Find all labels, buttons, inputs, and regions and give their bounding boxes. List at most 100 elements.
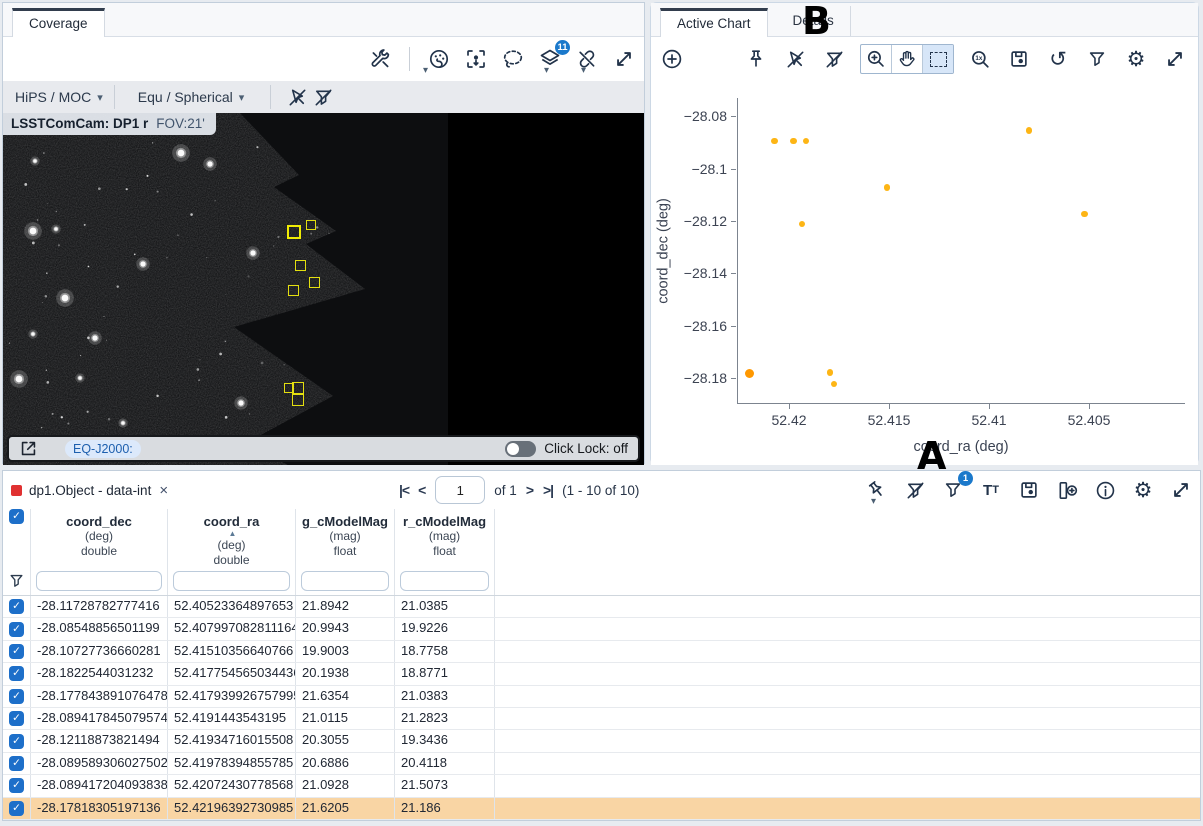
zoom-original-icon[interactable]: 1x: [967, 46, 993, 72]
table-cell[interactable]: 20.4118: [395, 752, 495, 775]
table-row[interactable]: ✓ -28.12118873821494 52.41934716015508 20.3…: [3, 730, 1200, 753]
table-cell[interactable]: 52.4191443543195: [168, 707, 296, 730]
clear-filters-image-icon[interactable]: [310, 84, 336, 110]
image-tools-icon[interactable]: [367, 46, 393, 72]
row-checkbox[interactable]: ✓: [9, 755, 24, 771]
recenter-icon[interactable]: [463, 46, 489, 72]
expand-chart-icon[interactable]: [1162, 46, 1188, 72]
tab-coverage[interactable]: Coverage: [12, 8, 105, 37]
table-cell[interactable]: 21.5073: [395, 775, 495, 797]
table-row[interactable]: ✓ -28.11728782777416 52.40523364897653 21.8…: [3, 596, 1200, 619]
table-filters-icon[interactable]: 1: [940, 471, 973, 503]
table-cell[interactable]: -28.177843891076478: [31, 685, 168, 707]
coord-readout-label[interactable]: EQ-J2000:: [65, 439, 141, 458]
prev-page-button[interactable]: <: [418, 482, 426, 498]
sky-object-marker[interactable]: [295, 260, 306, 271]
pin-table-icon[interactable]: ▾: [864, 477, 890, 507]
table-cell[interactable]: 20.3055: [296, 730, 395, 752]
data-point[interactable]: [883, 184, 891, 191]
save-table-icon[interactable]: [1016, 477, 1042, 503]
sky-object-marker[interactable]: [309, 277, 320, 288]
table-row[interactable]: ✓ -28.1822544031232 52.417754565034436 20.1…: [3, 663, 1200, 686]
clear-table-filters-icon[interactable]: [902, 477, 928, 503]
table-row[interactable]: ✓ -28.10727736660281 52.41510356640766 19.9…: [3, 640, 1200, 664]
row-checkbox[interactable]: ✓: [9, 711, 24, 727]
table-cell[interactable]: -28.17818305197136: [31, 797, 168, 819]
column-header-coord_dec[interactable]: coord_dec (deg) double: [31, 509, 168, 566]
table-row[interactable]: ✓ -28.17818305197136 52.42196392730985 21.6…: [3, 797, 1200, 820]
table-cell[interactable]: 19.9003: [296, 640, 395, 663]
data-point[interactable]: [827, 369, 834, 376]
box-select-mode-icon[interactable]: [923, 45, 953, 73]
table-row[interactable]: ✓ -28.089417845079574 52.4191443543195 21.0…: [3, 707, 1200, 731]
data-point[interactable]: [771, 137, 778, 144]
table-cell[interactable]: 52.417754565034436: [168, 663, 296, 685]
data-point[interactable]: [802, 137, 810, 144]
chart-settings-icon[interactable]: ⚙: [1123, 46, 1149, 72]
table-cell[interactable]: -28.11728782777416: [31, 596, 168, 618]
restore-zoom-icon[interactable]: ↺: [1045, 46, 1071, 72]
table-cell[interactable]: 52.42072430778568: [168, 775, 296, 797]
table-cell[interactable]: 52.42196392730985: [168, 797, 296, 819]
row-checkbox[interactable]: ✓: [9, 666, 24, 682]
table-cell[interactable]: 21.6205: [296, 797, 395, 819]
table-cell[interactable]: 52.41510356640766: [168, 640, 296, 663]
table-cell[interactable]: -28.12118873821494: [31, 730, 168, 752]
sky-object-marker[interactable]: [292, 394, 304, 406]
add-column-icon[interactable]: [1054, 477, 1080, 503]
save-chart-icon[interactable]: [1006, 46, 1032, 72]
sky-object-marker[interactable]: [288, 285, 299, 296]
row-checkbox[interactable]: ✓: [9, 733, 24, 749]
info-icon[interactable]: [1092, 477, 1118, 503]
unlink-icon[interactable]: ▾: [574, 46, 600, 76]
column-filter-input[interactable]: [173, 570, 290, 591]
table-cell[interactable]: -28.08548856501199: [31, 618, 168, 640]
column-filter-input[interactable]: [36, 570, 162, 591]
table-cell[interactable]: 52.41978394855785: [168, 752, 296, 775]
sky-image-viewer[interactable]: LSSTComCam: DP1 r FOV:21' EQ-J2000: Click…: [3, 113, 644, 465]
table-row[interactable]: ✓ -28.177843891076478 52.417939926757995 21…: [3, 685, 1200, 708]
table-cell[interactable]: 21.0383: [395, 685, 495, 707]
external-link-icon[interactable]: [15, 436, 41, 462]
data-point[interactable]: [830, 381, 838, 388]
next-page-button[interactable]: >: [526, 482, 534, 498]
row-checkbox[interactable]: ✓: [9, 599, 24, 615]
data-point[interactable]: [798, 220, 806, 228]
lasso-select-icon[interactable]: [500, 46, 526, 72]
text-view-icon[interactable]: TT: [978, 477, 1004, 503]
table-cell[interactable]: 21.0385: [395, 596, 495, 618]
table-cell[interactable]: 21.2823: [395, 707, 495, 730]
column-header-r_cModelMag[interactable]: r_cModelMag (mag) float: [395, 509, 495, 566]
table-cell[interactable]: -28.089417204093838: [31, 775, 168, 797]
scatter-chart[interactable]: 52.42 52.415 52.41 52.405 −28.08 −28.1 −28.12 −…: [651, 81, 1198, 465]
unselect-chart-icon[interactable]: [782, 46, 808, 72]
table-cell[interactable]: -28.089589306027502: [31, 752, 168, 775]
table-cell[interactable]: 19.9226: [395, 618, 495, 640]
hips-moc-dropdown[interactable]: HiPS / MOC ▾: [9, 89, 109, 105]
data-point[interactable]: [790, 138, 797, 145]
data-point[interactable]: [1081, 210, 1088, 218]
table-cell[interactable]: -28.089417845079574: [31, 707, 168, 730]
filter-chart-icon[interactable]: [1084, 46, 1110, 72]
row-checkbox[interactable]: ✓: [9, 688, 24, 704]
table-row[interactable]: ✓ -28.08548856501199 52.407997082811164 20.…: [3, 618, 1200, 641]
layers-icon[interactable]: 11 ▾: [537, 40, 570, 76]
column-filter-input[interactable]: [400, 570, 489, 591]
table-cell[interactable]: 52.417939926757995: [168, 685, 296, 707]
table-cell[interactable]: 21.0115: [296, 707, 395, 730]
row-checkbox[interactable]: ✓: [9, 621, 24, 637]
close-table-icon[interactable]: ×: [159, 483, 168, 498]
zoom-in-mode-icon[interactable]: [861, 45, 892, 73]
sky-object-marker[interactable]: [306, 220, 316, 230]
table-cell[interactable]: 52.41934716015508: [168, 730, 296, 752]
table-row[interactable]: ✓ -28.089589306027502 52.41978394855785 20.…: [3, 752, 1200, 776]
table-cell[interactable]: 21.6354: [296, 685, 395, 707]
table-cell[interactable]: 20.6886: [296, 752, 395, 775]
table-cell[interactable]: 20.1938: [296, 663, 395, 685]
row-checkbox[interactable]: ✓: [9, 778, 24, 794]
first-page-button[interactable]: |<: [399, 482, 410, 498]
table-cell[interactable]: 21.0928: [296, 775, 395, 797]
column-header-g_cModelMag[interactable]: g_cModelMag (mag) float: [296, 509, 395, 566]
page-number-input[interactable]: [435, 476, 486, 504]
add-chart-icon[interactable]: [659, 46, 685, 72]
